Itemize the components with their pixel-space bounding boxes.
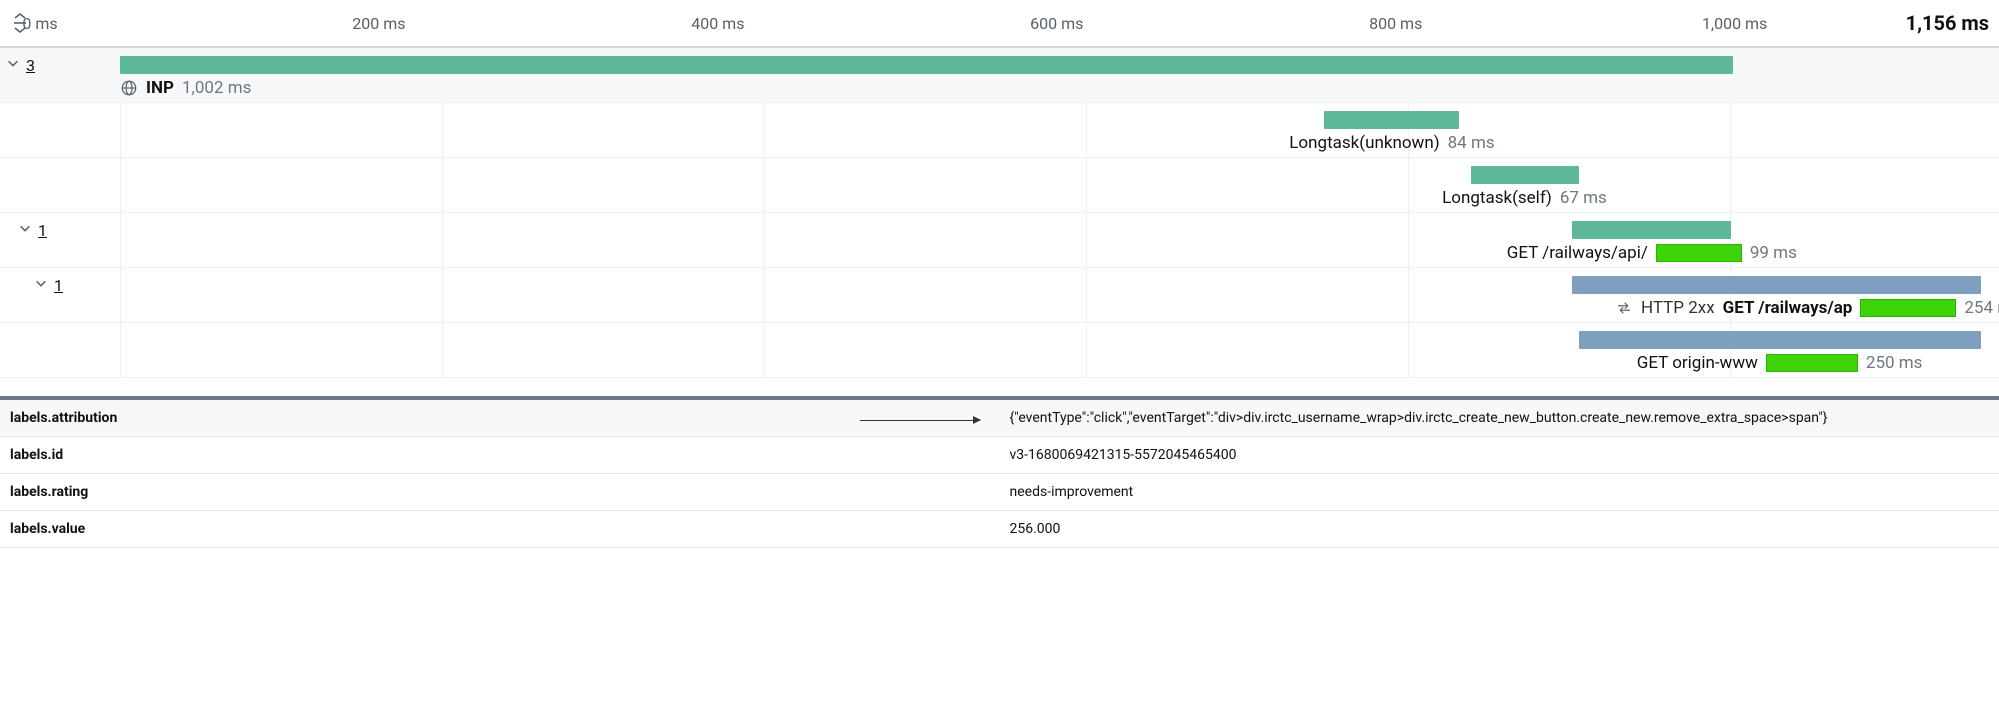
- row-gutter: 1: [0, 213, 120, 267]
- waterfall-rows: 3INP1,002 msLongtask(unknown)84 msLongta…: [0, 48, 1999, 378]
- ruler-tick: 0 ms: [22, 0, 57, 46]
- labels-table: labels.attribution {"eventType":"click",…: [0, 400, 1999, 548]
- span-bar[interactable]: [1579, 331, 1981, 349]
- row-track: GET origin-www 250 ms: [120, 323, 1981, 377]
- span-duration: 99 ms: [1750, 243, 1797, 263]
- child-count[interactable]: 1: [38, 221, 47, 240]
- row-track: Longtask(unknown) 84 ms: [120, 103, 1981, 157]
- row-gutter: [0, 323, 120, 377]
- row-track: HTTP 2xxGET /railways/ap254 ms: [120, 268, 1981, 322]
- span-bar[interactable]: [120, 56, 1733, 74]
- label-row: labels.ratingneeds-improvement: [0, 474, 1999, 511]
- arrow-right-icon: [860, 420, 980, 421]
- span-label: GET /railways/api/99 ms: [1507, 243, 1797, 263]
- span-label: INP 1,002 ms: [120, 78, 251, 98]
- span-name: Longtask(unknown): [1289, 133, 1439, 153]
- ruler-tick: 600 ms: [1030, 0, 1083, 46]
- label-key: labels.value: [0, 511, 1000, 548]
- child-count[interactable]: 3: [26, 56, 35, 75]
- span-label: HTTP 2xx GET /railways/ap 254 ms: [1615, 298, 1999, 318]
- label-row: labels.idv3-1680069421315-5572045465400: [0, 437, 1999, 474]
- waterfall-timeline: 0 ms 200 ms 400 ms 600 ms 800 ms 1,000 ms 1,15…: [0, 0, 1999, 378]
- redacted-segment: [1860, 299, 1956, 317]
- span-duration: 254 ms: [1964, 298, 1999, 318]
- span-bar[interactable]: [1572, 221, 1731, 239]
- span-duration: 84 ms: [1448, 133, 1495, 153]
- span-label: Longtask(unknown) 84 ms: [1289, 133, 1494, 153]
- labels-panel: labels.attribution {"eventType":"click",…: [0, 396, 1999, 548]
- row-gutter: 3: [0, 48, 120, 102]
- span-row[interactable]: Longtask(unknown) 84 ms: [0, 103, 1999, 158]
- row-gutter: 1: [0, 268, 120, 322]
- label-key: labels.attribution: [0, 400, 1000, 437]
- span-row[interactable]: 1 HTTP 2xx GET /railways/ap 254 ms: [0, 268, 1999, 323]
- ruler-tick: 1,000 ms: [1702, 0, 1767, 46]
- child-count[interactable]: 1: [54, 276, 63, 295]
- span-name: GET /railways/api/: [1507, 243, 1648, 263]
- chevron-down-icon[interactable]: [34, 276, 48, 290]
- ruler-tick: 400 ms: [691, 0, 744, 46]
- redacted-segment: [1656, 244, 1742, 262]
- label-key: labels.rating: [0, 474, 1000, 511]
- redacted-segment: [1766, 354, 1858, 372]
- row-gutter: [0, 103, 120, 157]
- span-row[interactable]: GET origin-www 250 ms: [0, 323, 1999, 378]
- label-value: needs-improvement: [1000, 474, 1999, 511]
- span-row[interactable]: 1 GET /railways/api/99 ms: [0, 213, 1999, 268]
- ruler-tick: 200 ms: [352, 0, 405, 46]
- label-value: 256.000: [1000, 511, 1999, 548]
- label-row: labels.value256.000: [0, 511, 1999, 548]
- span-duration: 67 ms: [1560, 188, 1607, 208]
- label-key: labels.id: [0, 437, 1000, 474]
- ruler-ticks: 0 ms200 ms400 ms600 ms800 ms1,000 ms1,15…: [40, 0, 1999, 46]
- label-row: labels.attribution {"eventType":"click",…: [0, 400, 1999, 437]
- span-label: GET origin-www 250 ms: [1637, 353, 1923, 373]
- span-row[interactable]: 3 INP 1,002 ms: [0, 48, 1999, 103]
- http-status: HTTP 2xx: [1641, 298, 1715, 318]
- label-value: {"eventType":"click","eventTarget":"div>…: [1000, 400, 1999, 437]
- span-name: INP: [146, 78, 174, 98]
- row-track: GET /railways/api/99 ms: [120, 213, 1981, 267]
- row-track: INP 1,002 ms: [120, 48, 1981, 102]
- chevron-down-icon[interactable]: [18, 221, 32, 235]
- span-bar[interactable]: [1572, 276, 1981, 294]
- span-bar[interactable]: [1471, 166, 1579, 184]
- span-duration: 1,002 ms: [182, 78, 251, 98]
- span-bar[interactable]: [1324, 111, 1459, 129]
- span-label: Longtask(self) 67 ms: [1442, 188, 1607, 208]
- time-ruler: 0 ms 200 ms 400 ms 600 ms 800 ms 1,000 ms 1,15…: [0, 0, 1999, 48]
- span-name: Longtask(self): [1442, 188, 1552, 208]
- span-name: GET origin-www: [1637, 353, 1758, 373]
- label-value: v3-1680069421315-5572045465400: [1000, 437, 1999, 474]
- span-duration: 250 ms: [1866, 353, 1923, 373]
- row-track: Longtask(self) 67 ms: [120, 158, 1981, 212]
- span-name: GET /railways/ap: [1723, 298, 1853, 318]
- span-row[interactable]: Longtask(self) 67 ms: [0, 158, 1999, 213]
- ruler-tick: 800 ms: [1369, 0, 1422, 46]
- row-gutter: [0, 158, 120, 212]
- chevron-down-icon[interactable]: [6, 56, 20, 70]
- ruler-total: 1,156 ms: [1906, 0, 1989, 46]
